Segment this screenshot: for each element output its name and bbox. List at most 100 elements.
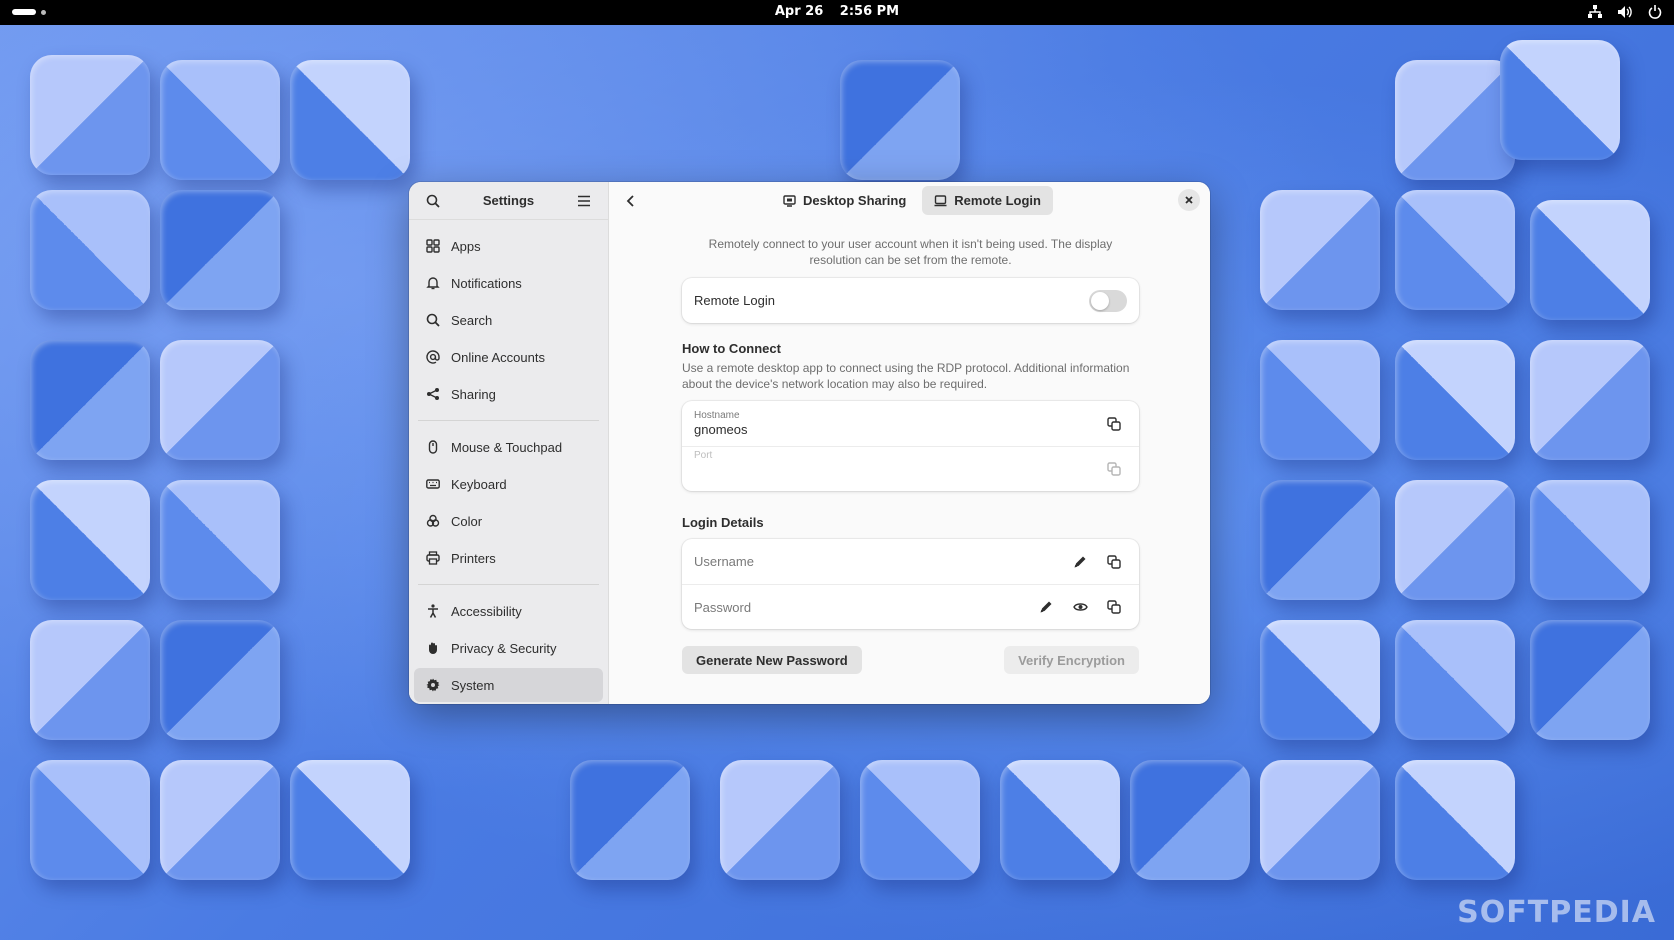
copy-port-button[interactable] [1101, 456, 1127, 482]
sidebar-item-label: Printers [451, 550, 496, 566]
switch-knob [1091, 291, 1109, 310]
sidebar-item-apps[interactable]: Apps [414, 229, 603, 263]
wallpaper-shape [30, 190, 150, 310]
sidebar-separator [418, 420, 599, 421]
sidebar-item-system[interactable]: System [414, 668, 603, 702]
wallpaper-shape [1395, 620, 1515, 740]
apps-icon [425, 238, 441, 254]
password-label: Password [694, 599, 752, 615]
sidebar-item-keyboard[interactable]: Keyboard [414, 467, 603, 501]
watermark: SOFTPEDIA [1457, 895, 1656, 930]
generate-new-password-button[interactable]: Generate New Password [682, 646, 862, 674]
wallpaper-shape [160, 190, 280, 310]
wallpaper-shape [160, 480, 280, 600]
sidebar-item-label: Sharing [451, 386, 496, 402]
wallpaper-shape [1260, 340, 1380, 460]
at-icon [425, 349, 441, 365]
wallpaper-shape [570, 760, 690, 880]
sidebar-item-color[interactable]: Color [414, 504, 603, 538]
copy-username-button[interactable] [1101, 549, 1127, 575]
laptop-icon [934, 194, 947, 206]
search-button[interactable] [419, 187, 447, 215]
accessibility-icon [425, 603, 441, 619]
sidebar-item-label: Online Accounts [451, 349, 545, 365]
hostname-row: Hostname gnomeos [682, 401, 1139, 446]
hand-icon [425, 640, 441, 656]
wallpaper-shape [720, 760, 840, 880]
sidebar-item-notifications[interactable]: Notifications [414, 266, 603, 300]
content-pane: Desktop Sharing Remote Login Remotely co… [609, 182, 1210, 704]
chevron-left-icon [626, 195, 634, 207]
copy-hostname-button[interactable] [1101, 411, 1127, 437]
wallpaper-shape [1395, 190, 1515, 310]
sidebar-item-accessibility[interactable]: Accessibility [414, 594, 603, 628]
top-bar: Apr 26 2:56 PM [0, 0, 1674, 25]
copy-icon [1107, 554, 1121, 569]
username-label: Username [694, 554, 754, 569]
wallpaper-shape [1530, 480, 1650, 600]
sidebar-item-label: Apps [451, 238, 481, 254]
wallpaper-shape [1000, 760, 1120, 880]
wallpaper-shape [860, 760, 980, 880]
copy-icon [1107, 416, 1121, 431]
view-switcher: Desktop Sharing Remote Login [771, 186, 1053, 215]
sidebar-item-search[interactable]: Search [414, 303, 603, 337]
remote-login-card: Remote Login [682, 278, 1139, 323]
network-icon[interactable] [1586, 3, 1604, 21]
show-password-button[interactable] [1067, 594, 1093, 620]
system-tray[interactable] [1586, 3, 1664, 21]
sidebar-title: Settings [482, 193, 535, 208]
color-icon [425, 513, 441, 529]
monitor-icon [783, 194, 796, 207]
port-value [694, 462, 1101, 477]
clock-time: 2:56 PM [839, 4, 900, 19]
tab-remote-login[interactable]: Remote Login [922, 186, 1053, 215]
wallpaper-shape [1530, 340, 1650, 460]
hamburger-menu-icon [577, 195, 590, 206]
power-icon[interactable] [1646, 3, 1664, 21]
sidebar-separator [418, 584, 599, 585]
sidebar-header: Settings [409, 182, 608, 220]
volume-icon[interactable] [1616, 3, 1634, 21]
how-to-connect-description: Use a remote desktop app to connect usin… [682, 361, 1130, 391]
wallpaper-shape [30, 620, 150, 740]
sidebar-item-printers[interactable]: Printers [414, 541, 603, 575]
main-menu-button[interactable] [570, 187, 598, 215]
copy-password-button[interactable] [1101, 594, 1127, 620]
clock[interactable]: Apr 26 2:56 PM [0, 4, 1674, 19]
search-icon [425, 312, 441, 328]
wallpaper-shape [160, 620, 280, 740]
mouse-icon [425, 439, 441, 455]
wallpaper-shape [1260, 480, 1380, 600]
copy-icon [1107, 600, 1121, 614]
wallpaper-shape [1260, 620, 1380, 740]
search-icon [426, 194, 440, 208]
sidebar-item-label: Accessibility [451, 603, 522, 619]
edit-username-button[interactable] [1067, 549, 1093, 575]
wallpaper-shape [30, 55, 150, 175]
wallpaper-shape [1395, 480, 1515, 600]
verify-encryption-button[interactable]: Verify Encryption [1004, 646, 1139, 674]
sidebar-item-privacy-security[interactable]: Privacy & Security [414, 631, 603, 665]
wallpaper-shape [290, 760, 410, 880]
port-label: Port [694, 449, 713, 461]
content-header: Desktop Sharing Remote Login [609, 182, 1210, 220]
sidebar-item-mouse-touchpad[interactable]: Mouse & Touchpad [414, 430, 603, 464]
sidebar-item-sharing[interactable]: Sharing [414, 377, 603, 411]
edit-password-button[interactable] [1033, 594, 1059, 620]
sidebar-item-online-accounts[interactable]: Online Accounts [414, 340, 603, 374]
wallpaper-shape [1500, 40, 1620, 160]
sidebar-item-label: Search [451, 312, 493, 328]
tab-desktop-sharing[interactable]: Desktop Sharing [771, 186, 918, 215]
tab-label: Remote Login [954, 193, 1041, 208]
pencil-icon [1074, 556, 1086, 567]
settings-window: Settings Apps Notifications Search Onlin… [409, 182, 1210, 704]
close-button[interactable] [1178, 189, 1200, 211]
login-details-title: Login Details [682, 515, 764, 530]
remote-login-row[interactable]: Remote Login [682, 278, 1139, 323]
wallpaper-shape [840, 60, 960, 180]
wallpaper-shape [1395, 60, 1515, 180]
back-button[interactable] [617, 187, 645, 215]
sidebar-item-label: Notifications [451, 275, 522, 291]
remote-login-switch[interactable] [1089, 289, 1127, 312]
